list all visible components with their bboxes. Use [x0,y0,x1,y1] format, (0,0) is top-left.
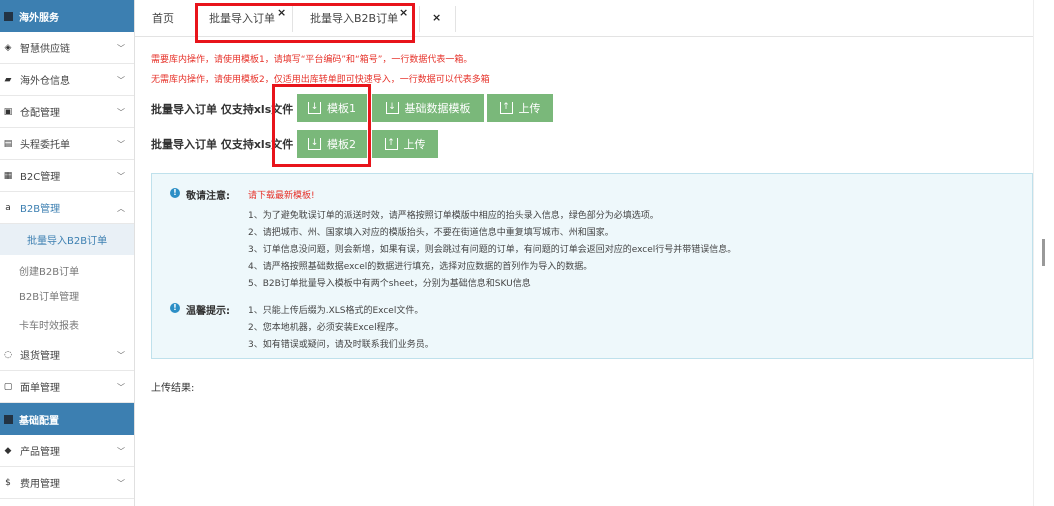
chevron-down-icon: ﹀ [117,447,125,456]
chevron-up-icon: ︿ [117,204,125,213]
scrollbar[interactable] [1033,0,1054,506]
sidebar-item[interactable]: ▣ 仓配管理 ﹀ [0,96,134,128]
upload-icon: ↑ [499,102,513,114]
sidebar-subitem[interactable]: B2B订单管理 [0,280,134,312]
chevron-down-icon: ﹀ [117,351,125,360]
upload-icon: ↑ [384,138,398,150]
sidebar: 海外服务 基础配置 ◈ 智慧供应链 ﹀ ▰ 海外仓信息 ﹀ ▣ 仓配管理 ﹀ ▤ 头程委托单 ﹀ ▦ B2… [0,0,135,506]
sidebar-subitem[interactable]: 批量导入B2B订单 [0,224,134,256]
upload-button[interactable]: ↑ 上传 [372,130,438,158]
chevron-down-icon: ﹀ [117,108,125,117]
return-icon: ◌ [4,349,12,360]
download-basic-data-template-button[interactable]: ↓ 基础数据模板 [372,94,484,122]
sidebar-item-label: 头程委托单 [20,140,70,151]
truck-icon: ▰ [4,74,12,85]
sidebar-item[interactable]: $ 费用管理 ﹀ [0,467,134,499]
ship-icon: ▤ [3,138,13,149]
notice-item: 2、请把城市、州、国家填入对应的模版抬头，不要在街道信息中重复填写城市、州和国家… [248,228,614,238]
sidebar-item[interactable]: ▦ B2C管理 ﹀ [0,160,134,192]
info-icon: ! [170,303,180,313]
sidebar-item[interactable]: ▰ 海外仓信息 ﹀ [0,64,134,96]
sidebar-item-label: 海外仓信息 [20,76,70,87]
chevron-down-icon: ﹀ [117,172,125,181]
upload-button[interactable]: ↑ 上传 [487,94,553,122]
tip-item: 1、只能上传后缀为.XLS格式的Excel文件。 [248,306,424,316]
sidebar-item[interactable]: ▢ 面单管理 ﹀ [0,371,134,403]
close-icon[interactable]: × [432,11,441,24]
sidebar-section-overseas[interactable]: 海外服务 [0,0,134,32]
section-icon [4,414,13,424]
notice-item: 3、订单信息没问题，则会新增，如果有误，则会跳过有问题的订单，有问题的订单会返回… [248,245,737,255]
upload-result-label: 上传结果: [151,383,195,394]
label-icon: ▢ [3,381,13,392]
tab-label: 首页 [152,12,174,25]
tips-title: 温馨提示: [186,306,230,317]
notice-item: 4、请严格按照基础数据excel的数据进行填充，选择对应数据的首列作为导入的数据… [248,262,593,272]
warehouse-icon: ▣ [3,106,13,117]
tab-divider [419,6,420,32]
sidebar-item-label: 费用管理 [20,479,60,490]
button-label: 上传 [403,138,426,151]
tab-home[interactable]: 首页 [152,0,174,36]
chevron-down-icon: ﹀ [117,383,125,392]
sidebar-item-label: B2B管理 [20,204,61,215]
sidebar-item[interactable]: ▤ 头程委托单 ﹀ [0,128,134,160]
highlight-box [195,3,415,43]
sidebar-item[interactable]: a B2B管理 ︿ [0,192,134,224]
chevron-down-icon: ﹀ [117,76,125,85]
note-template1: 需要库内操作，请使用模板1，请填写“平台编码”和“箱号”，一行数据代表一箱。 [151,55,473,65]
tip-item: 2、您本地机器，必须安装Excel程序。 [248,323,404,333]
sidebar-item[interactable]: ◈ 智慧供应链 ﹀ [0,32,134,64]
section-icon [4,11,13,21]
info-icon: ! [170,188,180,198]
download-icon: ↓ [385,102,399,114]
chevron-down-icon: ﹀ [117,479,125,488]
notice-alert: 请下载最新模板! [248,191,315,201]
sidebar-subitem[interactable]: 卡车时效报表 [0,309,134,341]
sidebar-item-label: 卡车时效报表 [19,321,79,332]
sidebar-item-label: 仓配管理 [20,108,60,119]
sidebar-section-label: 海外服务 [19,12,59,24]
notice-item: 5、B2B订单批量导入模板中有两个sheet，分别为基础信息和SKU信息 [248,279,531,289]
sidebar-item[interactable]: ◌ 退货管理 ﹀ [0,339,134,371]
notice-item: 1、为了避免耽误订单的派送时效，请严格按照订单模版中相应的抬头录入信息，绿色部分… [248,211,659,221]
highlight-box [272,84,371,167]
button-label: 基础数据模板 [404,102,471,115]
sidebar-item-label: 产品管理 [20,447,60,458]
tab-divider [455,6,456,32]
sidebar-item-label: 面单管理 [20,383,60,394]
supply-chain-icon: ◈ [4,42,12,53]
chevron-down-icon: ﹀ [117,140,125,149]
notice-title: 敬请注意: [186,191,230,202]
chevron-down-icon: ﹀ [117,44,125,53]
notice-panel: ! 敬请注意: 请下载最新模板! 1、为了避免耽误订单的派送时效，请严格按照订单… [151,173,1033,359]
sidebar-item-label: 智慧供应链 [20,44,70,55]
sidebar-item-label: B2B订单管理 [19,292,80,303]
tag-icon: ◆ [4,445,12,456]
list-icon: ▦ [3,170,13,181]
sidebar-item-label: 创建B2B订单 [19,267,80,278]
dollar-icon: $ [5,477,11,488]
button-label: 上传 [518,102,541,115]
sidebar-section-label: 基础配置 [19,415,59,427]
sidebar-item[interactable]: ◆ 产品管理 ﹀ [0,435,134,467]
scroll-handle[interactable] [1042,239,1045,266]
sidebar-item-label: 退货管理 [20,351,60,362]
sidebar-item-label: B2C管理 [20,172,61,183]
sidebar-section-basic-config[interactable]: 基础配置 [0,403,134,435]
b2b-icon: a [5,202,11,213]
sidebar-item-label: 批量导入B2B订单 [27,236,108,247]
tip-item: 3、如有错误或疑问，请及时联系我们业务员。 [248,340,434,350]
